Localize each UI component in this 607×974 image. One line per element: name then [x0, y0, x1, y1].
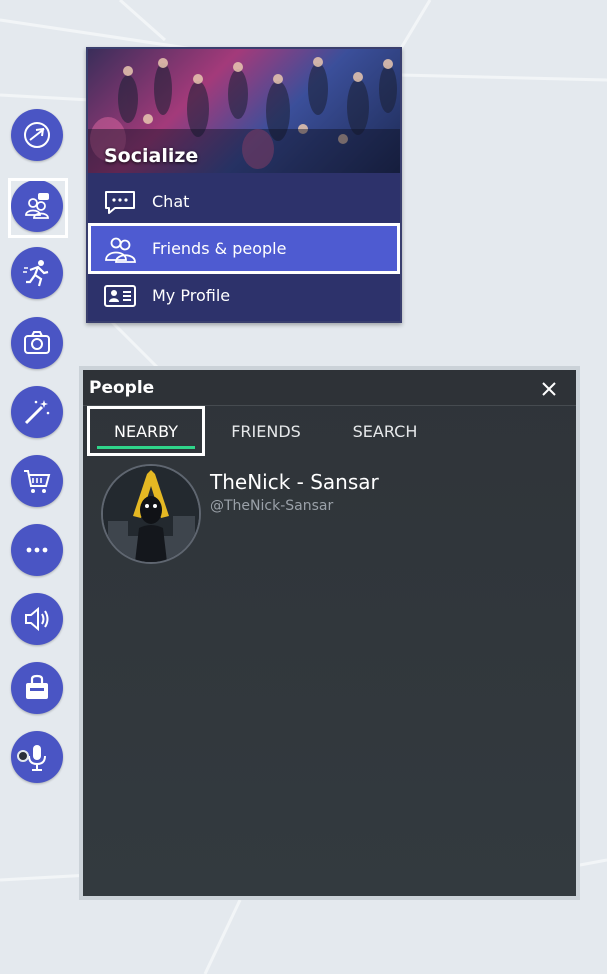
- people-title: People: [89, 378, 155, 398]
- magic-button[interactable]: [11, 386, 63, 438]
- people-panel: People NEARBY FRIENDS SEARCH TheNick - S…: [79, 366, 580, 900]
- magic-wand-icon: [24, 400, 50, 425]
- menu-item-label: My Profile: [152, 286, 231, 305]
- menu-item-label: Friends & people: [152, 239, 287, 258]
- store-button[interactable]: [11, 455, 63, 507]
- user-handle: @TheNick-Sansar: [210, 498, 334, 514]
- tab-nearby[interactable]: NEARBY: [87, 406, 205, 456]
- socialize-banner-image: Socialize: [88, 49, 400, 173]
- shop-button[interactable]: [11, 662, 63, 714]
- explore-button[interactable]: [11, 109, 63, 161]
- socialize-title: Socialize: [104, 145, 199, 167]
- tab-label: FRIENDS: [231, 421, 301, 441]
- shop-bag-icon: [26, 674, 48, 699]
- more-button[interactable]: [11, 524, 63, 576]
- tab-search[interactable]: SEARCH: [329, 406, 441, 456]
- cart-icon: [24, 470, 51, 493]
- volume-button[interactable]: [11, 593, 63, 645]
- chat-icon: [102, 188, 138, 216]
- avatar: [101, 464, 201, 564]
- emote-button[interactable]: [11, 247, 63, 299]
- camera-icon: [24, 331, 50, 354]
- more-icon: [26, 547, 48, 553]
- tab-label: SEARCH: [352, 421, 418, 441]
- camera-button[interactable]: [11, 317, 63, 369]
- menu-item-my-profile[interactable]: My Profile: [88, 273, 400, 318]
- run-icon: [23, 260, 49, 287]
- close-button[interactable]: [539, 379, 559, 399]
- menu-item-chat[interactable]: Chat: [88, 179, 400, 224]
- tab-friends[interactable]: FRIENDS: [210, 406, 322, 456]
- socialize-menu: Socialize Chat Friends & people My Profi…: [86, 47, 402, 323]
- menu-item-friends-people[interactable]: Friends & people: [88, 223, 400, 274]
- people-header: People: [83, 370, 576, 406]
- profile-card-icon: [102, 282, 138, 310]
- tab-active-underline: [97, 446, 195, 449]
- close-icon: [542, 382, 556, 396]
- explore-icon: [24, 122, 50, 148]
- people-panel-body: People NEARBY FRIENDS SEARCH TheNick - S…: [83, 370, 576, 896]
- mic-status-dot: [17, 750, 29, 762]
- menu-item-label: Chat: [152, 192, 190, 211]
- tab-label: NEARBY: [113, 421, 178, 441]
- toolbar-selection-frame: [8, 178, 68, 238]
- friends-icon: [102, 235, 138, 263]
- user-name: TheNick - Sansar: [210, 470, 379, 494]
- speaker-icon: [25, 606, 49, 632]
